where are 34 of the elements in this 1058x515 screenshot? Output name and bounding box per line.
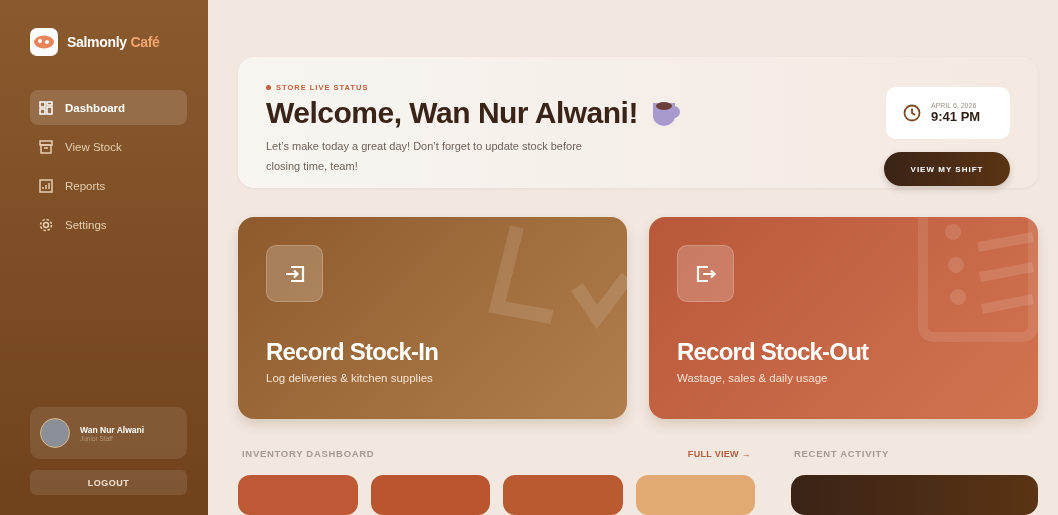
sign-out-icon (677, 245, 734, 302)
welcome-message: Let’s make today a great day! Don’t forget to update stock before closing time, team! (266, 139, 583, 174)
inventory-tile[interactable] (370, 475, 490, 515)
action-subtitle: Log deliveries & kitchen supplies (266, 372, 434, 384)
welcome-title: Welcome, Wan Nur Alwani! (266, 96, 638, 130)
grid-icon (39, 100, 53, 115)
archive-icon (39, 139, 53, 154)
full-view-link[interactable]: FULL VIEW → (687, 448, 751, 459)
action-title: Record Stock-In (266, 338, 440, 366)
inventory-tile[interactable] (238, 475, 358, 515)
avatar (40, 418, 70, 448)
user-name: Wan Nur Alwani (80, 424, 145, 435)
sidebar-item[interactable]: Reports (30, 168, 187, 203)
inventory-tile[interactable] (503, 475, 623, 515)
action-card[interactable]: Record Stock-Out Wastage, sales & daily usage (649, 217, 1038, 419)
logo-icon (30, 28, 58, 56)
time-label: 9:41 PM (931, 109, 981, 124)
section-heading: INVENTORY DASHBOARD (242, 448, 375, 459)
sign-in-icon (266, 245, 323, 302)
status-dot-icon (266, 85, 271, 90)
inventory-tile[interactable] (635, 475, 755, 515)
section-heading: RECENT ACTIVITY (793, 448, 891, 459)
settings-icon (39, 217, 53, 232)
sidebar-item[interactable]: Dashboard (30, 90, 187, 125)
clock-icon (903, 104, 921, 122)
view-shift-button[interactable]: VIEW MY SHIFT (884, 152, 1010, 186)
action-subtitle: Wastage, sales & daily usage (677, 372, 829, 384)
brand-name: Salmonly Café (67, 34, 160, 50)
logout-button[interactable]: LOGOUT (30, 470, 187, 495)
chart-icon (39, 178, 53, 193)
action-card[interactable]: Record Stock-In Log deliveries & kitchen supplies (238, 217, 627, 419)
sidebar-item[interactable]: View Stock (30, 129, 187, 164)
sidebar-item[interactable]: Settings (30, 207, 187, 242)
action-title: Record Stock-Out (677, 338, 870, 366)
